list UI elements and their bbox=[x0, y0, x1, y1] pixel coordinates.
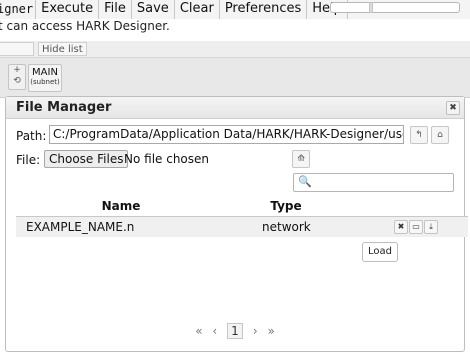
home-icon[interactable]: ⌂ bbox=[431, 126, 449, 144]
load-tooltip: Load bbox=[362, 242, 398, 262]
last-page-button[interactable]: » bbox=[267, 324, 274, 338]
prev-page-button[interactable]: ‹ bbox=[212, 324, 217, 338]
dialog-title: File Manager bbox=[16, 100, 112, 115]
hide-list-button[interactable]: Hide list bbox=[38, 42, 87, 56]
delete-icon[interactable]: ✖ bbox=[394, 220, 408, 234]
menu-save[interactable]: Save bbox=[130, 0, 174, 19]
path-label: Path: bbox=[16, 129, 47, 143]
search-input[interactable]: 🔍 bbox=[293, 173, 454, 192]
pagination: « ‹ 1 › » bbox=[0, 323, 470, 339]
current-page-button[interactable]: 1 bbox=[227, 323, 243, 339]
file-type-cell: network bbox=[226, 216, 346, 237]
column-header-name: Name bbox=[16, 197, 226, 217]
table-row[interactable]: EXAMPLE_NAME.n network ✖ ▭ ⤓ bbox=[16, 216, 468, 237]
file-label: File: bbox=[16, 153, 41, 167]
column-header-actions bbox=[346, 197, 468, 217]
search-icon: 🔍 bbox=[298, 175, 312, 188]
choose-files-button[interactable]: Choose Files bbox=[44, 150, 129, 168]
tab-main[interactable]: MAIN (subnet) bbox=[28, 64, 62, 92]
tab-bar: + ⟲ MAIN (subnet) bbox=[0, 58, 470, 98]
file-table: Name Type EXAMPLE_NAME.n network ✖ ▭ ⤓ bbox=[16, 197, 468, 237]
node-list-field[interactable] bbox=[0, 42, 34, 56]
app-title: igner bbox=[0, 2, 34, 16]
file-name-cell: EXAMPLE_NAME.n bbox=[16, 216, 226, 237]
download-icon[interactable]: ⤓ bbox=[424, 220, 438, 234]
zoom-slider[interactable] bbox=[330, 2, 460, 13]
first-page-button[interactable]: « bbox=[195, 324, 202, 338]
column-header-type: Type bbox=[226, 197, 346, 217]
close-icon[interactable]: ✖ bbox=[446, 101, 460, 115]
no-file-text: No file chosen bbox=[124, 152, 210, 166]
file-manager-dialog: File Manager ✖ Path: C:/ProgramData/Appl… bbox=[5, 96, 468, 352]
node-list-bar: Hide list bbox=[0, 41, 470, 58]
load-folder-icon[interactable]: ▭ bbox=[409, 220, 423, 234]
go-up-icon[interactable]: ↰ bbox=[410, 126, 428, 144]
dialog-header: File Manager ✖ bbox=[6, 97, 464, 119]
menu-clear[interactable]: Clear bbox=[173, 0, 219, 19]
refresh-tab-icon[interactable]: ⟲ bbox=[13, 76, 21, 86]
file-actions-cell: ✖ ▭ ⤓ bbox=[346, 216, 468, 237]
info-text: t can access HARK Designer. bbox=[0, 19, 170, 33]
zoom-slider-thumb[interactable] bbox=[369, 2, 373, 13]
path-input[interactable]: C:/ProgramData/Application Data/HARK/HAR… bbox=[49, 125, 404, 144]
tab-main-title: MAIN bbox=[32, 67, 58, 78]
add-tab-icon[interactable]: + bbox=[13, 65, 21, 75]
table-header-row: Name Type bbox=[16, 197, 468, 217]
menu-bar: igner Execute File Save Clear Preference… bbox=[0, 0, 470, 19]
menu-preferences[interactable]: Preferences bbox=[218, 0, 307, 19]
tab-main-subtitle: (subnet) bbox=[30, 78, 60, 86]
menu-file[interactable]: File bbox=[98, 0, 131, 19]
upload-icon[interactable]: ⟰ bbox=[292, 150, 310, 168]
tab-controls[interactable]: + ⟲ bbox=[8, 64, 26, 90]
next-page-button[interactable]: › bbox=[253, 324, 258, 338]
menu-execute[interactable]: Execute bbox=[35, 0, 99, 19]
